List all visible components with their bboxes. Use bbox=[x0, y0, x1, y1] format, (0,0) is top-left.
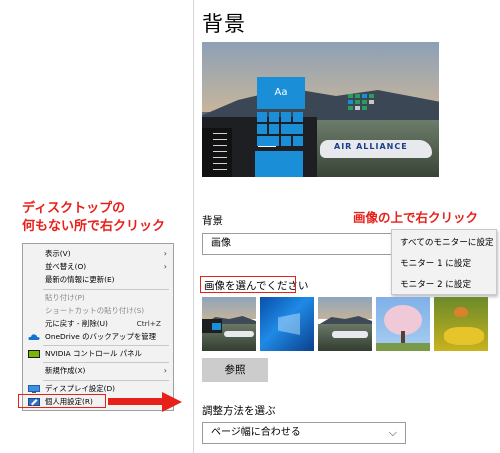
red-arrow-head bbox=[162, 392, 182, 412]
menu-item-label: 貼り付け(P) bbox=[45, 293, 85, 302]
popup-item-all-monitors[interactable]: すべてのモニターに設定 bbox=[400, 236, 494, 250]
thumbnail-butterfly[interactable] bbox=[434, 297, 488, 351]
background-preview: AIR ALLIANCE Aa bbox=[202, 42, 439, 177]
chevron-right-icon: › bbox=[163, 262, 167, 271]
left-annotation-line1: ディスクトップの bbox=[22, 201, 126, 216]
menu-item-nvidia[interactable]: NVIDIA コントロール パネル bbox=[23, 348, 173, 360]
chevron-right-icon: › bbox=[163, 249, 167, 258]
thumbnail-cherry-blossom[interactable] bbox=[376, 297, 430, 351]
shortcut-label: Ctrl+Z bbox=[136, 319, 161, 328]
popup-item-monitor-2[interactable]: モニター 2 に設定 bbox=[400, 278, 471, 292]
fit-label: 調整方法を選ぶ bbox=[202, 405, 276, 417]
fit-value: ページ幅に合わせる bbox=[211, 427, 301, 438]
left-annotation: ディスクトップの 何もない所で右クリック bbox=[22, 200, 165, 236]
left-annotation-line2: 何もない所で右クリック bbox=[22, 219, 166, 234]
background-type-dropdown[interactable]: 画像 bbox=[202, 233, 402, 255]
thumbnail-airport-1[interactable] bbox=[202, 297, 256, 351]
chevron-right-icon: › bbox=[163, 366, 167, 375]
menu-item-refresh[interactable]: 最新の情報に更新(E) bbox=[23, 274, 173, 286]
menu-item-label: 元に戻す - 削除(U) bbox=[45, 319, 108, 328]
menu-item-label: 表示(V) bbox=[45, 249, 71, 258]
fit-dropdown[interactable]: ページ幅に合わせる ⌵ bbox=[202, 422, 406, 444]
menu-item-label: ショートカットの貼り付け(S) bbox=[45, 306, 145, 315]
desktop-context-menu: 表示(V) › 並べ替え(O) › 最新の情報に更新(E) 貼り付け(P) ショ… bbox=[22, 243, 174, 411]
page-title: 背景 bbox=[202, 12, 246, 36]
background-label: 背景 bbox=[202, 215, 223, 227]
background-type-value: 画像 bbox=[211, 238, 231, 249]
preview-mini-start-tiles bbox=[348, 94, 386, 116]
display-icon bbox=[28, 385, 40, 393]
menu-item-paste[interactable]: 貼り付け(P) bbox=[23, 292, 173, 304]
preview-start-sidebar bbox=[202, 128, 232, 177]
onedrive-icon bbox=[28, 334, 40, 340]
nvidia-icon bbox=[28, 350, 40, 358]
red-arrow-shaft bbox=[108, 398, 164, 405]
menu-item-label: ディスプレイ設定(D) bbox=[45, 384, 116, 393]
preview-tile-aa: Aa bbox=[257, 77, 305, 109]
menu-item-label: 最新の情報に更新(E) bbox=[45, 275, 115, 284]
preview-airplane-livery: AIR ALLIANCE bbox=[334, 142, 408, 151]
popup-item-monitor-1[interactable]: モニター 1 に設定 bbox=[400, 257, 471, 271]
menu-separator bbox=[43, 380, 169, 381]
menu-item-view[interactable]: 表示(V) › bbox=[23, 248, 173, 260]
right-annotation: 画像の上で右クリック bbox=[353, 210, 479, 225]
personalize-highlight bbox=[18, 394, 106, 408]
thumbnail-windows[interactable] bbox=[260, 297, 314, 351]
menu-item-onedrive[interactable]: OneDrive のバックアップを管理 bbox=[23, 331, 173, 343]
menu-item-sort[interactable]: 並べ替え(O) › bbox=[23, 261, 173, 273]
menu-item-paste-shortcut[interactable]: ショートカットの貼り付け(S) bbox=[23, 305, 173, 317]
browse-button[interactable]: 参照 bbox=[202, 358, 268, 382]
menu-item-label: 新規作成(X) bbox=[45, 366, 86, 375]
menu-separator bbox=[43, 345, 169, 346]
menu-item-label: NVIDIA コントロール パネル bbox=[45, 349, 142, 358]
menu-item-undo-delete[interactable]: 元に戻す - 削除(U) Ctrl+Z bbox=[23, 318, 173, 330]
choose-image-highlight bbox=[200, 276, 296, 293]
menu-item-new[interactable]: 新規作成(X) › bbox=[23, 365, 173, 377]
monitor-context-menu: すべてのモニターに設定 モニター 1 に設定 モニター 2 に設定 bbox=[391, 229, 497, 295]
menu-separator bbox=[43, 289, 169, 290]
menu-item-label: OneDrive のバックアップを管理 bbox=[45, 332, 157, 341]
chevron-down-icon: ⌵ bbox=[388, 426, 397, 439]
thumbnail-airport-2[interactable] bbox=[318, 297, 372, 351]
menu-separator bbox=[43, 362, 169, 363]
menu-item-label: 並べ替え(O) bbox=[45, 262, 87, 271]
